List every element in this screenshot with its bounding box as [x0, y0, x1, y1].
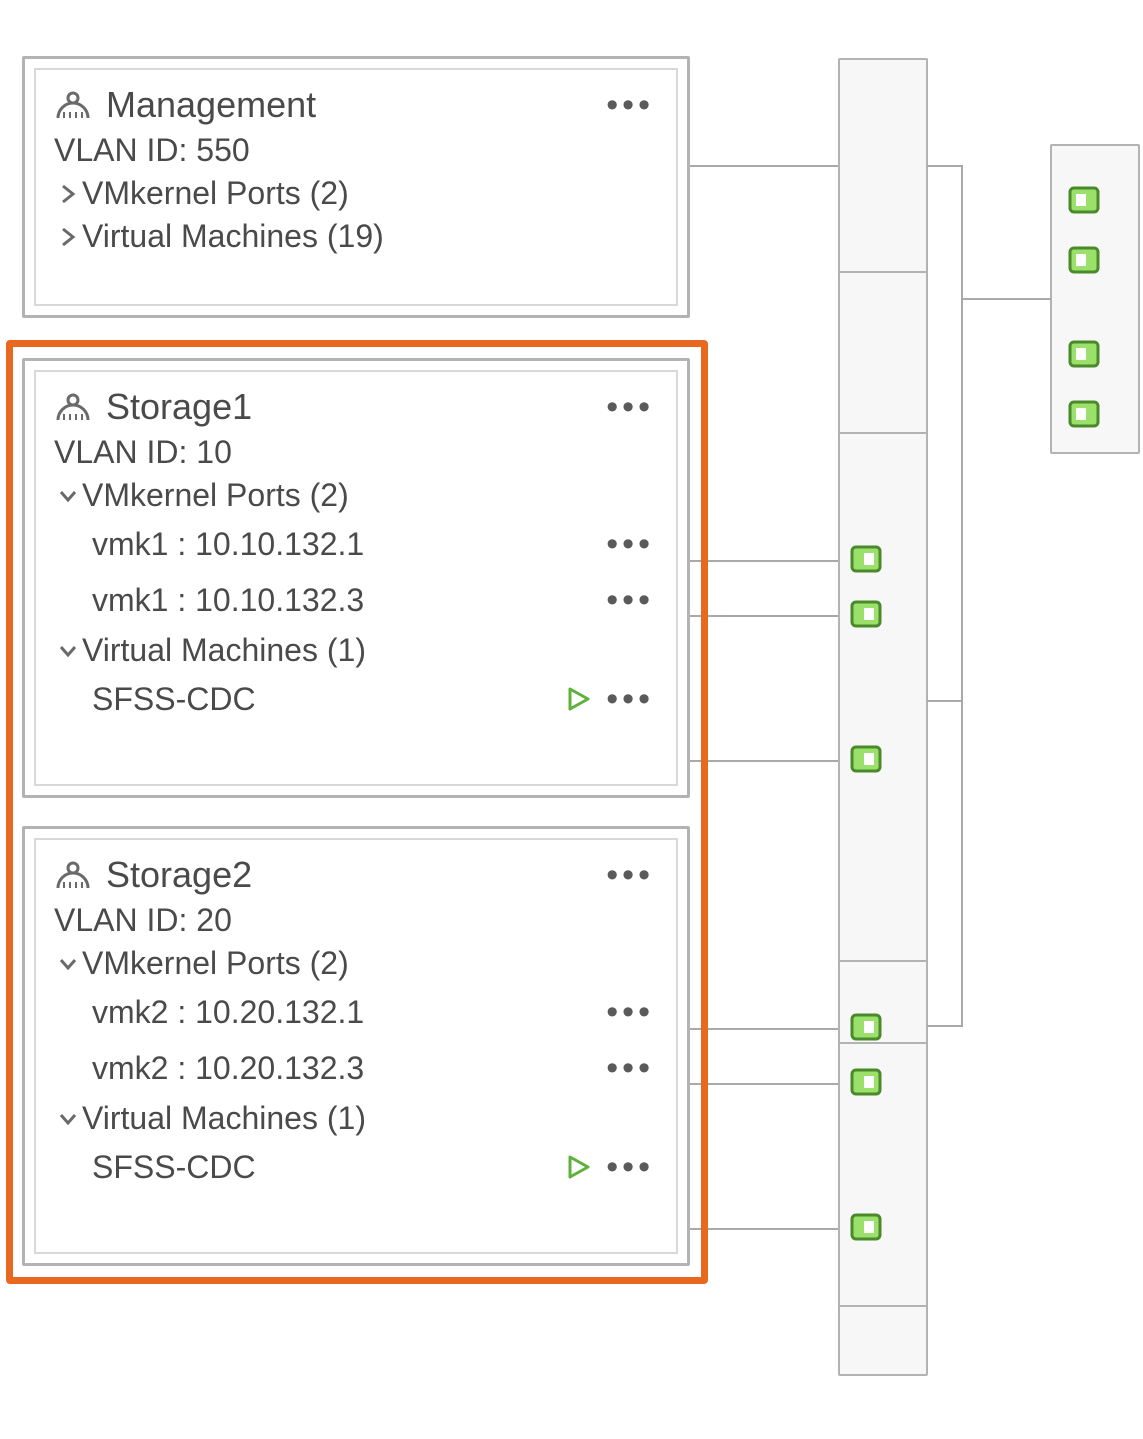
- physical-nic-icon: [1068, 246, 1100, 274]
- connector: [690, 1083, 838, 1085]
- connector: [690, 165, 838, 167]
- port-status-icon: [850, 1213, 882, 1241]
- chevron-right-icon: [54, 182, 82, 206]
- chevron-down-icon: [54, 641, 82, 661]
- connector: [927, 1025, 963, 1027]
- vmkernel-ports-toggle[interactable]: VMkernel Ports (2): [54, 175, 658, 212]
- more-actions-button[interactable]: •••: [602, 995, 658, 1029]
- port-status-icon: [850, 1013, 882, 1041]
- connector: [963, 298, 1051, 300]
- topology-link-box-1: [838, 58, 928, 273]
- vmkernel-port-item[interactable]: vmk1 : 10.10.132.3 •••: [92, 574, 658, 626]
- connector: [961, 165, 963, 1027]
- connector: [927, 700, 963, 702]
- more-actions-button[interactable]: •••: [602, 583, 658, 617]
- power-on-icon[interactable]: [564, 685, 592, 713]
- port-group-storage1[interactable]: Storage1 ••• VLAN ID: 10 VMkernel Ports …: [22, 358, 690, 798]
- more-actions-button[interactable]: •••: [602, 1051, 658, 1085]
- physical-nic-icon: [1068, 340, 1100, 368]
- vlan-label: VLAN ID:: [54, 902, 196, 938]
- port-status-icon: [850, 545, 882, 573]
- port-group-title: Management: [106, 84, 316, 126]
- virtual-machines-toggle[interactable]: Virtual Machines (1): [54, 632, 658, 669]
- port-group-management[interactable]: Management ••• VLAN ID: 550 VMkernel Por…: [22, 56, 690, 318]
- port-group-title: Storage2: [106, 854, 252, 896]
- network-icon: [54, 390, 92, 424]
- more-actions-button[interactable]: •••: [602, 1150, 658, 1184]
- vlan-label: VLAN ID:: [54, 132, 196, 168]
- network-icon: [54, 858, 92, 892]
- port-group-title: Storage1: [106, 386, 252, 428]
- connector: [690, 560, 838, 562]
- vmkernel-port-item[interactable]: vmk2 : 10.20.132.1 •••: [92, 986, 658, 1038]
- power-on-icon[interactable]: [564, 1153, 592, 1181]
- port-status-icon: [850, 600, 882, 628]
- more-actions-button[interactable]: •••: [602, 858, 658, 892]
- vlan-id: 20: [196, 902, 232, 938]
- port-group-storage2[interactable]: Storage2 ••• VLAN ID: 20 VMkernel Ports …: [22, 826, 690, 1266]
- chevron-down-icon: [54, 486, 82, 506]
- vlan-id: 10: [196, 434, 232, 470]
- topology-link-box-2: [838, 432, 928, 962]
- more-actions-button[interactable]: •••: [602, 527, 658, 561]
- virtual-machines-toggle[interactable]: Virtual Machines (19): [54, 218, 658, 255]
- vlan-id: 550: [196, 132, 249, 168]
- more-actions-button[interactable]: •••: [602, 88, 658, 122]
- physical-nic-icon: [1068, 400, 1100, 428]
- vmkernel-ports-toggle[interactable]: VMkernel Ports (2): [54, 945, 658, 982]
- connector: [927, 165, 963, 167]
- port-status-icon: [850, 1068, 882, 1096]
- more-actions-button[interactable]: •••: [602, 390, 658, 424]
- virtual-machines-toggle[interactable]: Virtual Machines (1): [54, 1100, 658, 1137]
- vmkernel-ports-toggle[interactable]: VMkernel Ports (2): [54, 477, 658, 514]
- connector: [690, 1028, 838, 1030]
- chevron-right-icon: [54, 225, 82, 249]
- port-status-icon: [850, 745, 882, 773]
- chevron-down-icon: [54, 1109, 82, 1129]
- virtual-machine-item[interactable]: SFSS-CDC •••: [92, 673, 658, 725]
- connector: [690, 615, 838, 617]
- vlan-label: VLAN ID:: [54, 434, 196, 470]
- physical-nic-icon: [1068, 186, 1100, 214]
- virtual-machine-item[interactable]: SFSS-CDC •••: [92, 1141, 658, 1193]
- network-icon: [54, 88, 92, 122]
- chevron-down-icon: [54, 954, 82, 974]
- connector: [690, 1228, 838, 1230]
- more-actions-button[interactable]: •••: [602, 682, 658, 716]
- connector: [690, 760, 838, 762]
- vmkernel-port-item[interactable]: vmk1 : 10.10.132.1 •••: [92, 518, 658, 570]
- vmkernel-port-item[interactable]: vmk2 : 10.20.132.3 •••: [92, 1042, 658, 1094]
